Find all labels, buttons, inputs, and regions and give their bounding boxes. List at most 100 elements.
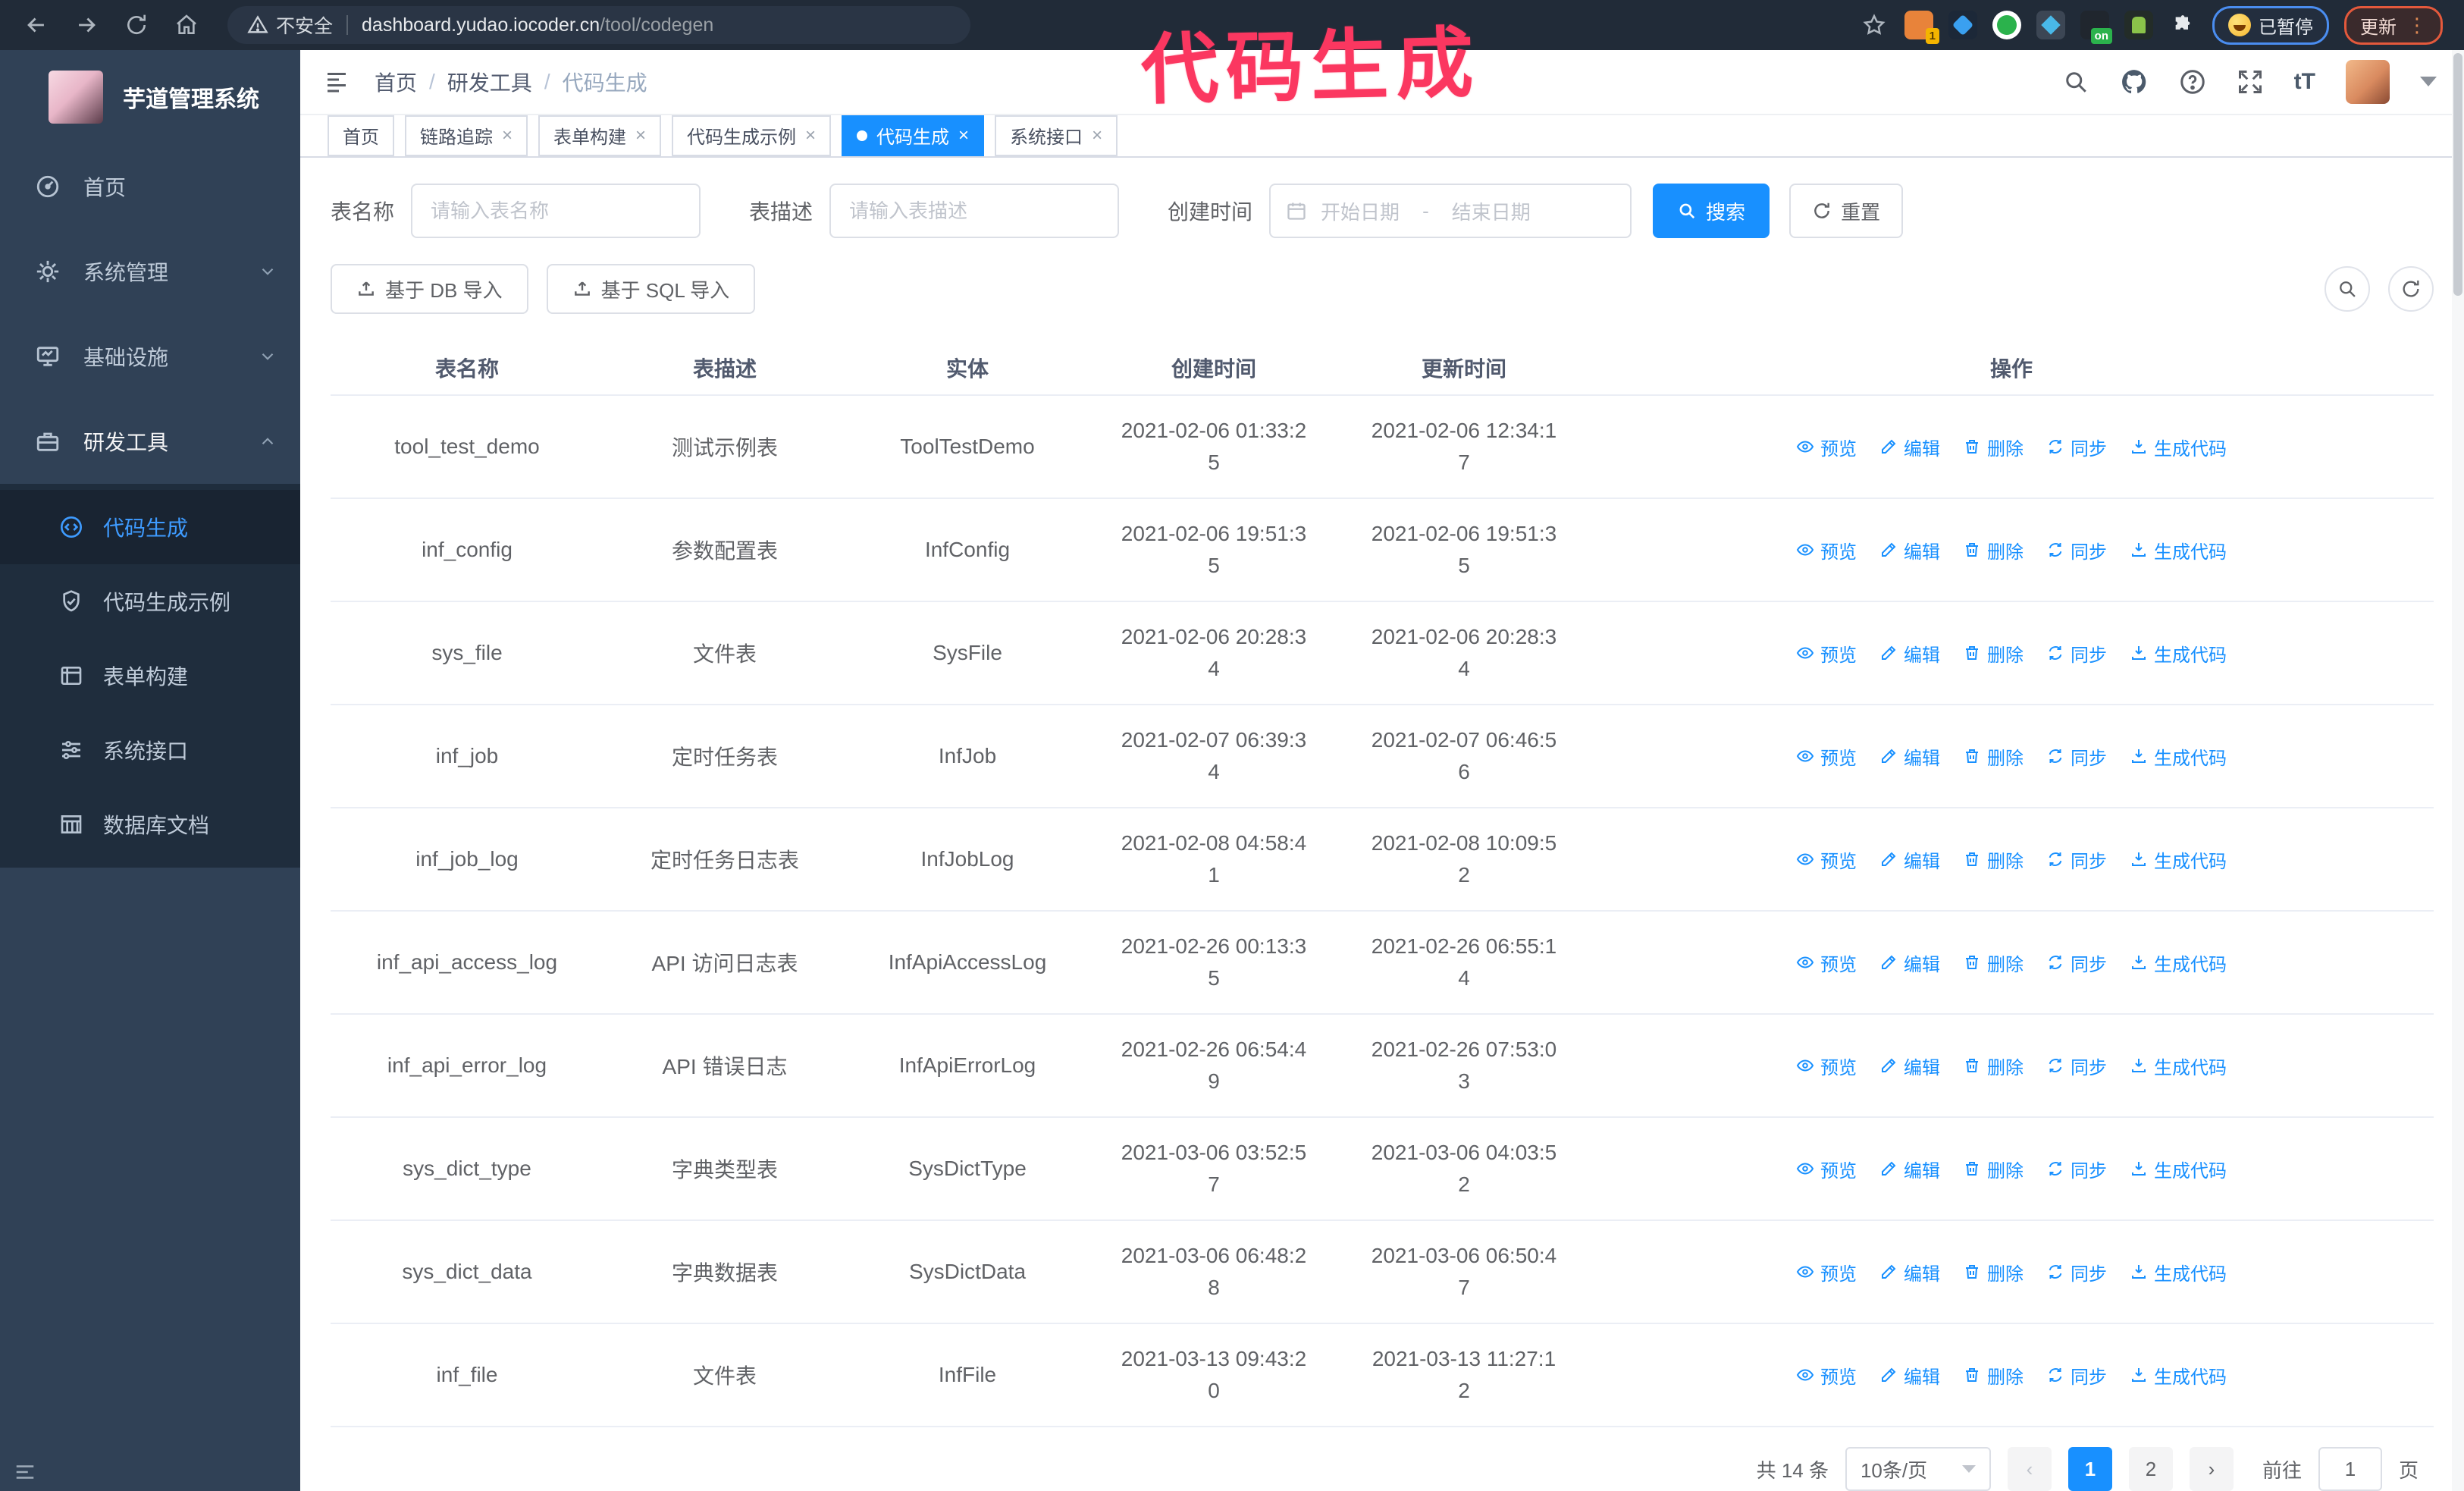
browser-scrollbar[interactable] — [2452, 50, 2464, 1491]
edit-link[interactable]: 编辑 — [1879, 950, 1940, 976]
security-label[interactable]: 不安全 — [276, 11, 333, 39]
delete-link[interactable]: 删除 — [1963, 743, 2024, 770]
delete-link[interactable]: 删除 — [1963, 1156, 2024, 1182]
browser-update-button[interactable]: 更新 ⋮ — [2344, 5, 2443, 45]
edit-link[interactable]: 编辑 — [1879, 640, 1940, 667]
delete-link[interactable]: 删除 — [1963, 537, 2024, 563]
browser-home-icon[interactable] — [171, 10, 202, 40]
app-logo-row[interactable]: 芋道管理系统 — [0, 50, 300, 144]
toggle-search-button[interactable] — [2324, 266, 2370, 312]
preview-link[interactable]: 预览 — [1796, 950, 1857, 976]
generate-code-link[interactable]: 生成代码 — [2130, 1362, 2227, 1389]
close-icon[interactable]: × — [635, 125, 646, 146]
tab-form-builder[interactable]: 表单构建 × — [538, 115, 662, 156]
sync-link[interactable]: 同步 — [2046, 743, 2107, 770]
sync-link[interactable]: 同步 — [2046, 1156, 2107, 1182]
edit-link[interactable]: 编辑 — [1879, 743, 1940, 770]
sync-link[interactable]: 同步 — [2046, 1362, 2107, 1389]
extension-icon-green-bot[interactable] — [2124, 11, 2153, 39]
user-menu-caret-icon[interactable] — [2420, 77, 2437, 87]
breadcrumb-dev-tools[interactable]: 研发工具 — [447, 67, 532, 97]
github-icon[interactable] — [2120, 67, 2149, 96]
preview-link[interactable]: 预览 — [1796, 743, 1857, 770]
close-icon[interactable]: × — [502, 125, 513, 146]
generate-code-link[interactable]: 生成代码 — [2130, 434, 2227, 460]
sidebar-item-infrastructure[interactable]: 基础设施 — [0, 314, 300, 399]
extension-icon-orange[interactable]: 1 — [1904, 11, 1939, 44]
font-size-icon[interactable]: tT — [2294, 69, 2315, 95]
search-icon[interactable] — [2062, 68, 2089, 96]
page-size-select[interactable]: 10条/页 — [1845, 1447, 1991, 1491]
generate-code-link[interactable]: 生成代码 — [2130, 1053, 2227, 1079]
sidebar-item-dev-tools[interactable]: 研发工具 — [0, 399, 300, 484]
delete-link[interactable]: 删除 — [1963, 1362, 2024, 1389]
import-sql-button[interactable]: 基于 SQL 导入 — [546, 264, 756, 314]
sidebar-item-db-doc[interactable]: 数据库文档 — [0, 787, 300, 862]
generate-code-link[interactable]: 生成代码 — [2130, 537, 2227, 563]
table-desc-input[interactable] — [829, 184, 1120, 238]
edit-link[interactable]: 编辑 — [1879, 434, 1940, 460]
fullscreen-icon[interactable] — [2237, 68, 2264, 96]
import-db-button[interactable]: 基于 DB 导入 — [331, 264, 528, 314]
extension-icon-green-check[interactable] — [1992, 11, 2021, 39]
help-icon[interactable] — [2179, 68, 2206, 96]
page-button-1[interactable]: 1 — [2067, 1447, 2112, 1491]
preview-link[interactable]: 预览 — [1796, 640, 1857, 667]
table-name-input[interactable] — [411, 184, 701, 238]
extension-icon-grid[interactable] — [2036, 11, 2065, 39]
goto-page-input[interactable] — [2318, 1447, 2382, 1491]
page-button-2[interactable]: 2 — [2128, 1447, 2173, 1491]
sync-link[interactable]: 同步 — [2046, 434, 2107, 460]
edit-link[interactable]: 编辑 — [1879, 1259, 1940, 1285]
browser-menu-dots-icon[interactable]: ⋮ — [2407, 14, 2427, 37]
user-avatar[interactable] — [2346, 59, 2390, 104]
delete-link[interactable]: 删除 — [1963, 1053, 2024, 1079]
delete-link[interactable]: 删除 — [1963, 1259, 2024, 1285]
edit-link[interactable]: 编辑 — [1879, 1053, 1940, 1079]
edit-link[interactable]: 编辑 — [1879, 1156, 1940, 1182]
preview-link[interactable]: 预览 — [1796, 537, 1857, 563]
delete-link[interactable]: 删除 — [1963, 434, 2024, 460]
preview-link[interactable]: 预览 — [1796, 1362, 1857, 1389]
sync-link[interactable]: 同步 — [2046, 950, 2107, 976]
browser-back-icon[interactable] — [21, 10, 52, 40]
extension-icon-blue-gem[interactable] — [1948, 11, 1977, 39]
generate-code-link[interactable]: 生成代码 — [2130, 950, 2227, 976]
breadcrumb-home[interactable]: 首页 — [375, 67, 417, 97]
sidebar-item-form-builder[interactable]: 表单构建 — [0, 639, 300, 713]
scrollbar-thumb[interactable] — [2453, 53, 2462, 296]
extensions-puzzle-icon[interactable] — [2168, 11, 2197, 39]
generate-code-link[interactable]: 生成代码 — [2130, 1259, 2227, 1285]
sync-link[interactable]: 同步 — [2046, 846, 2107, 873]
bookmark-star-icon[interactable] — [1859, 10, 1889, 40]
preview-link[interactable]: 预览 — [1796, 434, 1857, 460]
paused-extension-pill[interactable]: 已暂停 — [2212, 5, 2329, 45]
sync-link[interactable]: 同步 — [2046, 537, 2107, 563]
tab-codegen[interactable]: 代码生成 × — [842, 115, 985, 156]
sidebar-item-codegen[interactable]: 代码生成 — [0, 490, 300, 564]
sidebar-item-codegen-example[interactable]: 代码生成示例 — [0, 564, 300, 639]
generate-code-link[interactable]: 生成代码 — [2130, 846, 2227, 873]
browser-reload-icon[interactable] — [121, 10, 152, 40]
page-url[interactable]: dashboard.yudao.iocoder.cn/tool/codegen — [362, 14, 713, 36]
date-range-picker[interactable]: 开始日期 - 结束日期 — [1269, 184, 1632, 238]
next-page-button[interactable]: › — [2189, 1447, 2234, 1491]
tab-tracing[interactable]: 链路追踪 × — [405, 115, 528, 156]
close-icon[interactable]: × — [1092, 125, 1102, 146]
close-icon[interactable]: × — [958, 125, 969, 146]
hamburger-icon[interactable] — [323, 68, 350, 96]
reset-button[interactable]: 重置 — [1789, 184, 1904, 238]
sidebar-item-home[interactable]: 首页 — [0, 144, 300, 229]
edit-link[interactable]: 编辑 — [1879, 537, 1940, 563]
search-button[interactable]: 搜索 — [1653, 184, 1770, 238]
preview-link[interactable]: 预览 — [1796, 1259, 1857, 1285]
edit-link[interactable]: 编辑 — [1879, 846, 1940, 873]
generate-code-link[interactable]: 生成代码 — [2130, 1156, 2227, 1182]
tab-home[interactable]: 首页 — [328, 115, 394, 156]
tab-system-api[interactable]: 系统接口 × — [995, 115, 1118, 156]
delete-link[interactable]: 删除 — [1963, 846, 2024, 873]
preview-link[interactable]: 预览 — [1796, 846, 1857, 873]
tab-codegen-example[interactable]: 代码生成示例 × — [672, 115, 832, 156]
sidebar-item-system-api[interactable]: 系统接口 — [0, 713, 300, 787]
preview-link[interactable]: 预览 — [1796, 1053, 1857, 1079]
